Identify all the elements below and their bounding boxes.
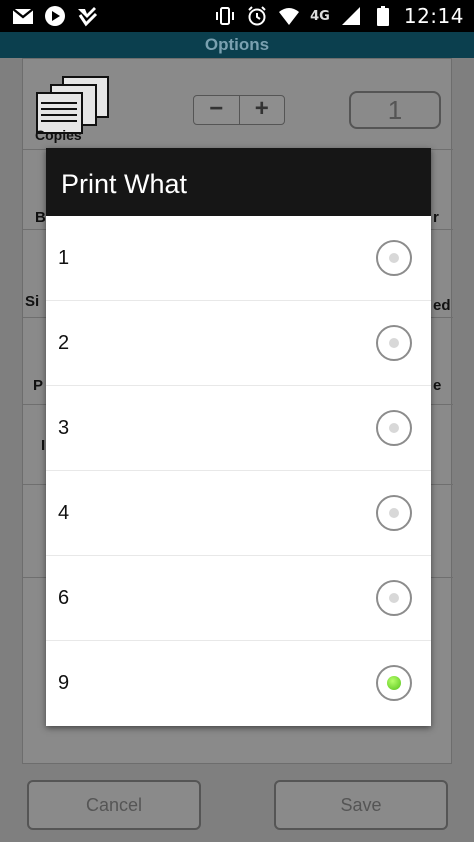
system-icons: 4G 12:14: [214, 4, 464, 28]
radio-option[interactable]: 4: [46, 471, 431, 556]
decrement-button[interactable]: −: [194, 96, 240, 124]
dialog-title: Print What: [46, 148, 431, 216]
check-icon: [78, 7, 98, 27]
clock: 12:14: [403, 4, 464, 28]
radio-option[interactable]: 2: [46, 301, 431, 386]
radio-option[interactable]: 3: [46, 386, 431, 471]
radio-dot-icon: [389, 508, 399, 518]
notification-icons: [12, 5, 98, 27]
network-type-label: 4G: [310, 8, 330, 24]
edge-label-left: Si: [25, 293, 40, 310]
edge-label-left: I: [41, 437, 46, 454]
save-button[interactable]: Save: [274, 780, 448, 830]
option-label: 6: [58, 587, 70, 609]
edge-label-right: e: [433, 377, 442, 394]
cancel-button[interactable]: Cancel: [27, 780, 201, 830]
copies-stepper[interactable]: − +: [193, 95, 285, 125]
option-label: 1: [58, 247, 70, 269]
radio-button[interactable]: [376, 240, 412, 276]
increment-button[interactable]: +: [240, 96, 285, 124]
option-label: 4: [58, 502, 70, 524]
wifi-icon: [279, 8, 300, 25]
radio-dot-icon: [389, 593, 399, 603]
copies-icon: [36, 76, 109, 134]
print-what-dialog: Print What 1 2 3 4 6 9: [46, 148, 431, 726]
radio-dot-icon: [387, 676, 401, 690]
copies-count-field[interactable]: 1: [349, 91, 441, 129]
radio-option[interactable]: 6: [46, 556, 431, 641]
radio-dot-icon: [389, 253, 399, 263]
radio-option[interactable]: 9: [46, 641, 431, 726]
page-title: Options: [204, 35, 270, 54]
option-label: 9: [58, 672, 70, 694]
battery-icon: [376, 6, 389, 26]
radio-dot-icon: [389, 338, 399, 348]
edge-label-left: B: [35, 209, 46, 226]
option-label: 3: [58, 417, 70, 439]
status-bar: 4G 12:14: [0, 0, 474, 32]
option-label: 2: [58, 332, 70, 354]
edge-label-right: r: [433, 209, 439, 226]
radio-button-selected[interactable]: [376, 665, 412, 701]
radio-button[interactable]: [376, 325, 412, 361]
radio-button[interactable]: [376, 495, 412, 531]
edge-label-left: P: [33, 377, 44, 394]
gmail-icon: [12, 8, 34, 24]
copies-label: Copies: [35, 127, 82, 143]
radio-option[interactable]: 1: [46, 216, 431, 301]
radio-button[interactable]: [376, 580, 412, 616]
radio-dot-icon: [389, 423, 399, 433]
play-icon: [45, 6, 65, 26]
vibrate-icon: [216, 7, 235, 25]
app-title-bar: Options: [0, 32, 474, 58]
alarm-icon: [248, 6, 266, 26]
edge-label-right: ed: [433, 297, 451, 314]
radio-button[interactable]: [376, 410, 412, 446]
signal-icon: [341, 7, 360, 25]
